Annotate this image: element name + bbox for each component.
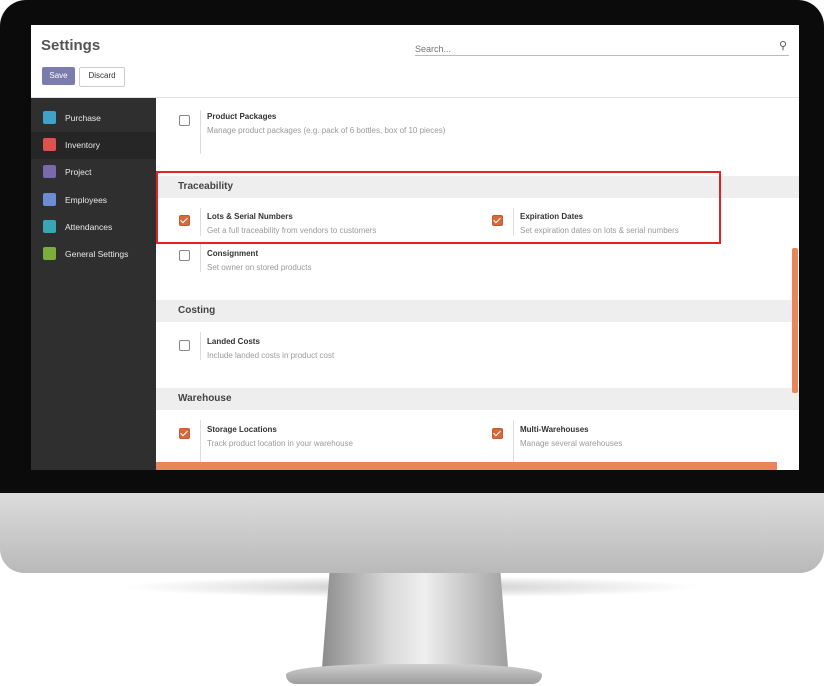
sidebar-item-label: Inventory xyxy=(65,140,100,150)
control-panel: Settings ⚲ Save Discard xyxy=(31,25,799,98)
storage-locations-checkbox[interactable] xyxy=(179,428,190,439)
divider xyxy=(200,110,201,154)
consignment-checkbox[interactable] xyxy=(179,250,190,261)
sidebar-item-attendances[interactable]: Attendances xyxy=(31,214,156,241)
landed-costs-title: Landed Costs xyxy=(207,337,260,346)
section-heading: Costing xyxy=(178,305,216,316)
product-packages-desc: Manage product packages (e.g. pack of 6 … xyxy=(207,126,446,135)
divider xyxy=(513,420,514,462)
attendances-icon xyxy=(43,220,56,233)
search-box[interactable]: ⚲ xyxy=(415,39,789,56)
purchase-icon xyxy=(43,111,56,124)
traceability-highlight-box xyxy=(156,171,721,244)
divider xyxy=(200,420,201,462)
section-costing: Costing xyxy=(156,300,799,322)
settings-sidebar: Purchase Inventory Project Employees Att… xyxy=(31,98,156,470)
section-heading: Warehouse xyxy=(178,393,232,404)
search-input[interactable] xyxy=(415,44,755,54)
employees-icon xyxy=(43,193,56,206)
divider xyxy=(200,332,201,360)
multi-warehouses-desc: Manage several warehouses xyxy=(520,439,623,448)
landed-costs-desc: Include landed costs in product cost xyxy=(207,351,335,360)
sidebar-item-label: Project xyxy=(65,167,92,177)
settings-content: Product Packages Manage product packages… xyxy=(156,98,799,470)
monitor-stand-base xyxy=(286,664,542,684)
divider xyxy=(200,244,201,272)
vertical-scrollbar[interactable] xyxy=(792,248,798,393)
multi-warehouses-title: Multi-Warehouses xyxy=(520,425,589,434)
sidebar-item-label: Attendances xyxy=(65,222,113,232)
search-icon[interactable]: ⚲ xyxy=(779,39,787,52)
page-title: Settings xyxy=(41,37,101,54)
save-button[interactable]: Save xyxy=(42,67,75,85)
storage-locations-title: Storage Locations xyxy=(207,425,277,434)
consignment-desc: Set owner on stored products xyxy=(207,263,312,272)
consignment-title: Consignment xyxy=(207,249,259,258)
product-packages-title: Product Packages xyxy=(207,112,277,121)
section-warehouse: Warehouse xyxy=(156,388,799,410)
monitor-stand-neck xyxy=(322,573,508,668)
gear-icon xyxy=(43,247,56,260)
sidebar-item-label: Purchase xyxy=(65,113,101,123)
storage-locations-desc: Track product location in your warehouse xyxy=(207,439,353,448)
monitor-chin xyxy=(0,493,824,573)
sidebar-item-purchase[interactable]: Purchase xyxy=(31,105,156,132)
inventory-icon xyxy=(43,138,56,151)
multi-warehouses-checkbox[interactable] xyxy=(492,428,503,439)
sidebar-item-label: General Settings xyxy=(65,249,129,259)
project-icon xyxy=(43,165,56,178)
product-packages-checkbox[interactable] xyxy=(179,115,190,126)
sidebar-item-inventory[interactable]: Inventory xyxy=(31,132,156,159)
landed-costs-checkbox[interactable] xyxy=(179,340,190,351)
sidebar-item-project[interactable]: Project xyxy=(31,159,156,186)
sidebar-item-employees[interactable]: Employees xyxy=(31,187,156,214)
horizontal-scrollbar[interactable] xyxy=(156,462,777,470)
sidebar-item-label: Employees xyxy=(65,195,108,205)
sidebar-item-general-settings[interactable]: General Settings xyxy=(31,241,156,268)
discard-button[interactable]: Discard xyxy=(79,67,125,87)
screen: Settings ⚲ Save Discard Purchase Invento… xyxy=(31,25,799,470)
